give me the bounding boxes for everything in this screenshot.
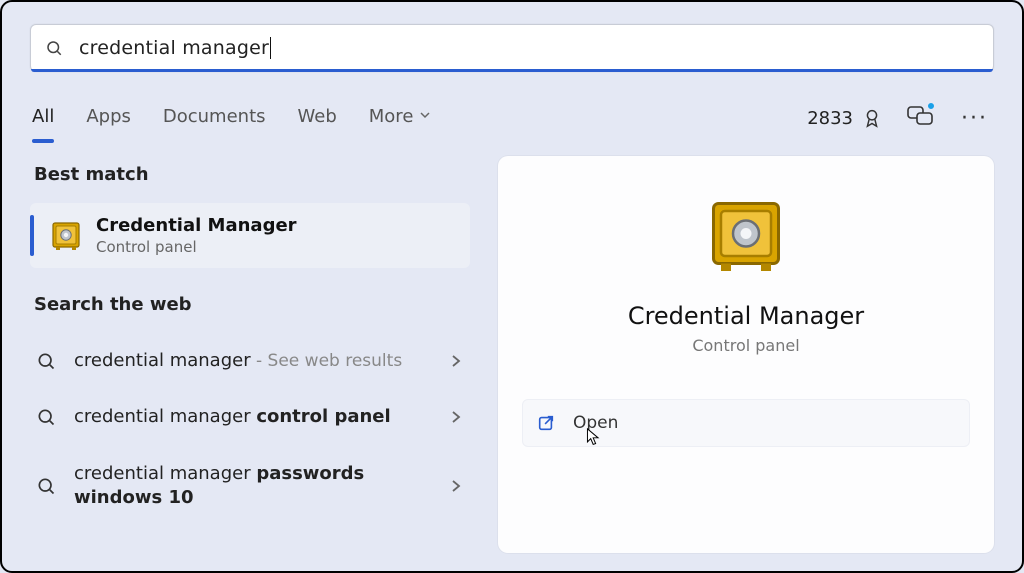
chevron-down-icon [419,109,431,121]
preview-subtitle: Control panel [692,336,799,355]
safe-icon [706,196,786,276]
search-icon [36,351,56,371]
filter-tabs: All Apps Documents Web More [32,106,431,141]
notification-dot [927,102,935,110]
chevron-right-icon [450,410,462,424]
best-match-item[interactable]: Credential Manager Control panel [30,203,470,268]
best-match-title: Credential Manager [96,215,456,236]
open-action[interactable]: Open [522,399,970,447]
best-match-subtitle: Control panel [96,238,456,256]
text-caret [270,37,271,59]
preview-title: Credential Manager [628,302,864,330]
search-icon [45,39,63,57]
preview-pane: Credential Manager Control panel Open [498,156,994,553]
web-result-label: credential manager passwords windows 10 [74,462,440,511]
search-bar[interactable]: credential manager [30,24,994,72]
web-result-label: credential manager control panel [74,405,440,429]
results-area: Best match Credential Manager Control pa… [30,156,994,553]
chevron-right-icon [450,354,462,368]
search-icon [36,476,56,496]
tab-web[interactable]: Web [298,106,337,141]
search-input[interactable]: credential manager [79,37,269,59]
search-icon [36,407,56,427]
web-results-list: credential manager - See web results cre… [30,333,470,526]
rewards-points[interactable]: 2833 [807,107,883,129]
results-list: Best match Credential Manager Control pa… [30,156,470,553]
best-match-heading: Best match [34,164,470,185]
search-web-heading: Search the web [34,294,470,315]
web-result-label: credential manager - See web results [74,349,440,373]
web-result-item[interactable]: credential manager control panel [30,389,470,445]
overflow-menu-button[interactable]: ··· [957,106,992,131]
open-action-label: Open [573,413,618,433]
open-external-icon [537,414,555,432]
tab-apps[interactable]: Apps [86,106,131,141]
tab-all[interactable]: All [32,106,54,141]
chevron-right-icon [450,479,462,493]
safe-icon [50,220,82,252]
rewards-points-value: 2833 [807,108,853,129]
preview-card: Credential Manager Control panel Open [498,156,994,553]
web-result-item[interactable]: credential manager - See web results [30,333,470,389]
tab-more[interactable]: More [369,106,432,141]
best-match-texts: Credential Manager Control panel [96,215,456,256]
medal-icon [861,107,883,129]
chat-button[interactable] [907,104,933,132]
tabs-row: All Apps Documents Web More 2833 ··· [30,104,994,142]
web-result-item[interactable]: credential manager passwords windows 10 [30,446,470,527]
tab-documents[interactable]: Documents [163,106,266,141]
